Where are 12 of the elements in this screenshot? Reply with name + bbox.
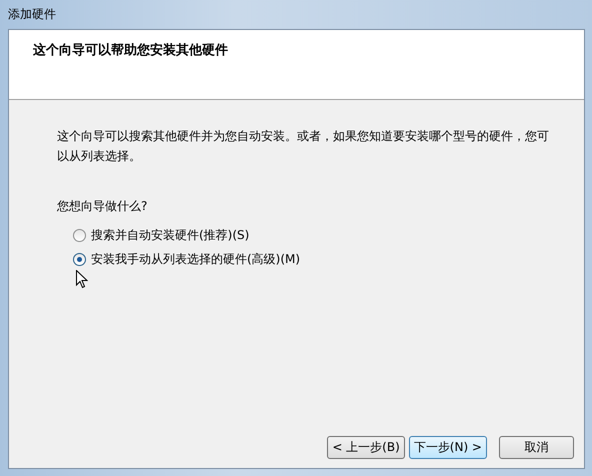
header-title: 这个向导可以帮助您安装其他硬件 [33,43,228,58]
wizard-button[interactable]: 取消 [499,436,574,459]
radio-button[interactable] [73,229,86,242]
question-text: 您想向导做什么? [57,198,148,215]
wizard-button[interactable]: < 上一步(B) [327,436,405,459]
radio-option[interactable]: 搜索并自动安装硬件(推荐)(S) [73,227,250,244]
wizard-button[interactable]: 下一步(N) > [408,436,487,459]
cursor-icon [76,270,88,289]
description-text: 这个向导可以搜索其他硬件并为您自动安装。或者，如果您知道要安装哪个型号的硬件，您可以从列表选择。 [57,128,550,165]
radio-option[interactable]: 安装我手动从列表选择的硬件(高级)(M) [73,251,300,268]
radio-button[interactable] [73,253,86,266]
window-title: 添加硬件 [8,6,56,23]
